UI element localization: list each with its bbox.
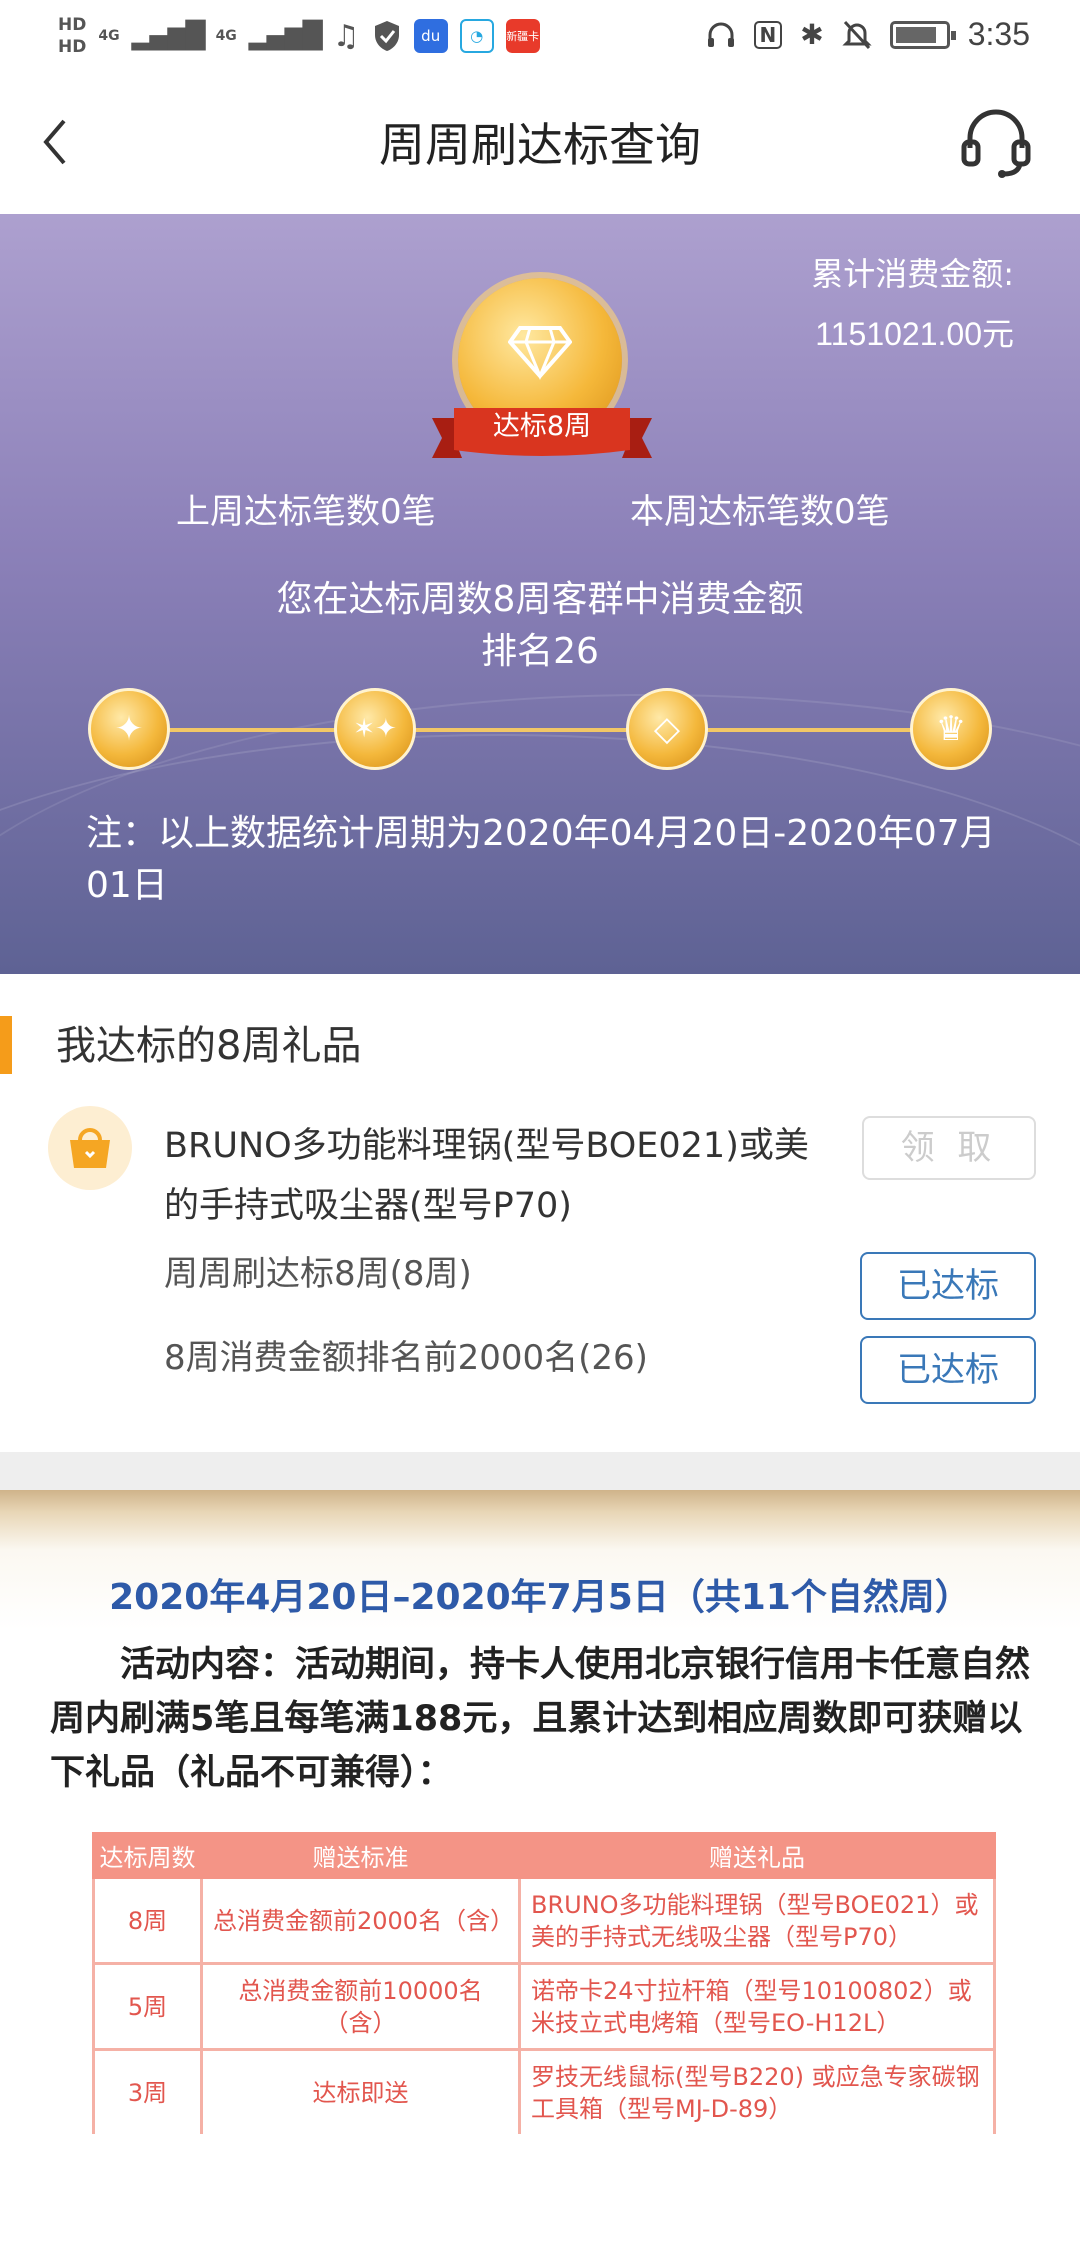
signal-icon-2: ▂▄▆█ <box>248 21 323 51</box>
progress-track <box>130 728 970 732</box>
card-app-icon: 新疆卡 <box>505 19 540 53</box>
hd-indicator: HD HD <box>58 14 86 58</box>
progress-node-sparkle: ✦ <box>88 688 170 770</box>
progress-node-crown: ♛ <box>910 688 992 770</box>
shield-icon <box>374 21 399 51</box>
total-spend-value: 1151021.00元 <box>815 316 1014 352</box>
condition-weeks: 周周刷达标8周(8周) <box>164 1254 472 1294</box>
table-cell: 总消费金额前2000名（含） <box>200 1876 521 1965</box>
rules-period-heading: 2020年4月20日–2020年7月5日（共11个自然周） <box>109 1577 971 1618</box>
section-divider <box>0 1452 1080 1490</box>
table-header: 赠送标准 <box>200 1832 521 1879</box>
network-type-1: 4G <box>98 28 120 44</box>
stars-icon: ✶✦ <box>353 714 397 744</box>
table-header-row: 达标周数 赠送标准 赠送礼品 <box>92 1832 996 1879</box>
claim-button[interactable]: 领 取 <box>862 1116 1036 1180</box>
headphone-status-icon <box>707 22 734 47</box>
rules-description: 活动内容：活动期间，持卡人使用北京银行信用卡任意自然周内刷满5笔且每笔满188元… <box>50 1645 1031 1793</box>
table-header: 达标周数 <box>92 1832 203 1879</box>
status-right: N ✱ 3:35 <box>706 16 1030 53</box>
rank-text: 您在达标周数8周客群中消费金额 排名26 <box>0 574 1080 678</box>
status-bar: HD HD 4G ▂▄▆█ 4G ▂▄▆█ ♫ du ◔ 新疆卡 N ✱ 3:3… <box>0 0 1080 82</box>
table-cell: 3周 <box>92 2048 203 2134</box>
medal-label: 达标8周 <box>492 411 592 442</box>
stat-period-note: 注：以上数据统计周期为2020年04月20日-2020年07月01日 <box>86 813 996 906</box>
table-cell: 罗技无线鼠标(型号B220) 或应急专家碳钢工具箱（型号MJ-D-89） <box>518 2048 996 2134</box>
network-type-2: 4G <box>215 28 237 44</box>
reward-table: 达标周数 赠送标准 赠送礼品 8周 总消费金额前2000名（含） BRUNO多功… <box>92 1832 996 2134</box>
music-icon: ♫ <box>332 18 360 54</box>
table-cell: BRUNO多功能料理锅（型号BOE021）或美的手持式无线吸尘器（型号P70） <box>518 1876 996 1965</box>
gift-name: BRUNO多功能料理锅(型号BOE021)或美的手持式吸尘器(型号P70) <box>164 1126 809 1226</box>
progress-node-stars: ✶✦ <box>334 688 416 770</box>
summary-banner: 累计消费金额: 1151021.00元 达标8周 上周达标笔数0笔 本周达标笔数… <box>0 214 1080 974</box>
table-row: 8周 总消费金额前2000名（含） BRUNO多功能料理锅（型号BOE021）或… <box>92 1876 996 1965</box>
table-cell: 达标即送 <box>200 2048 521 2134</box>
nav-bar: 周周刷达标查询 <box>0 82 1080 214</box>
clock: 3:35 <box>967 16 1030 52</box>
hd-top-label: HD <box>58 15 87 35</box>
table-cell: 5周 <box>92 1962 203 2051</box>
gift-bag-icon <box>48 1106 132 1190</box>
nfc-icon: N <box>753 20 783 49</box>
gift-section: 我达标的8周礼品 BRUNO多功能料理锅(型号BOE021)或美的手持式吸尘器(… <box>0 974 1080 1452</box>
battery-icon <box>889 20 956 49</box>
status-left: HD HD 4G ▂▄▆█ 4G ▂▄▆█ ♫ du ◔ 新疆卡 <box>58 14 540 58</box>
this-week-count: 本周达标笔数0笔 <box>630 492 890 532</box>
condition-rank: 8周消费金额排名前2000名(26) <box>164 1338 648 1378</box>
headset-icon <box>961 109 1031 178</box>
page-title: 周周刷达标查询 <box>379 118 701 172</box>
mute-bell-icon <box>842 20 872 49</box>
customer-service-button[interactable] <box>960 104 1032 180</box>
rank-line-1: 您在达标周数8周客群中消费金额 <box>276 579 804 620</box>
progress-node-diamond: ◇ <box>626 688 708 770</box>
table-cell: 诺帝卡24寸拉杆箱（型号10100802）或米技立式电烤箱（型号EO-H12L） <box>518 1962 996 2051</box>
status-badge-weeks: 已达标 <box>860 1252 1036 1320</box>
table-cell: 总消费金额前10000名（含） <box>200 1962 521 2051</box>
diamond-icon <box>508 326 572 380</box>
rank-line-2: 排名26 <box>481 631 599 672</box>
table-cell: 8周 <box>92 1876 203 1965</box>
table-row: 3周 达标即送 罗技无线鼠标(型号B220) 或应急专家碳钢工具箱（型号MJ-D… <box>92 2048 996 2134</box>
section-accent-bar <box>0 1016 12 1074</box>
diamond-small-icon: ◇ <box>653 709 681 749</box>
crown-icon: ♛ <box>935 709 967 749</box>
gift-section-title: 我达标的8周礼品 <box>56 1023 362 1069</box>
baidu-app-icon: du <box>413 19 448 53</box>
chat-app-icon: ◔ <box>459 19 494 53</box>
total-spend-label: 累计消费金额: <box>811 255 1014 293</box>
bluetooth-icon: ✱ <box>800 18 824 51</box>
status-badge-rank: 已达标 <box>860 1336 1036 1404</box>
table-row: 5周 总消费金额前10000名（含） 诺帝卡24寸拉杆箱（型号10100802）… <box>92 1962 996 2051</box>
signal-icon: ▂▄▆█ <box>131 21 206 51</box>
sparkle-icon: ✦ <box>114 709 144 749</box>
hd-bottom-label: HD <box>58 37 87 57</box>
table-header: 赠送礼品 <box>518 1832 996 1879</box>
activity-rules-image: 2020年4月20日–2020年7月5日（共11个自然周） 活动内容：活动期间，… <box>0 1490 1080 2134</box>
last-week-count: 上周达标笔数0笔 <box>176 492 436 532</box>
